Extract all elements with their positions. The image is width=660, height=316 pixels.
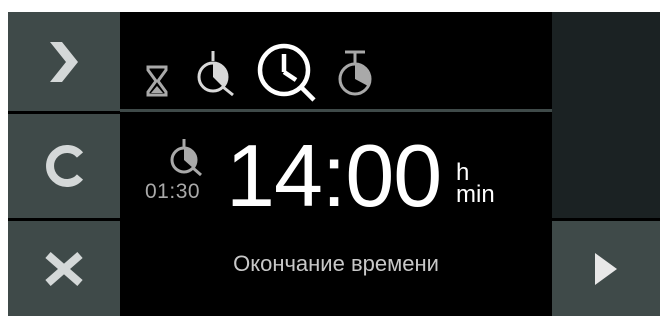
forward-button[interactable]	[8, 12, 120, 111]
cancel-button[interactable]	[8, 221, 120, 316]
duration-clock-icon	[170, 139, 202, 177]
timer-mode-bar	[120, 12, 552, 108]
start-button[interactable]	[552, 221, 660, 316]
mode-status-label: Окончание времени	[233, 251, 439, 276]
chevron-right-icon	[50, 41, 78, 82]
clear-button[interactable]	[8, 114, 120, 218]
right-panel	[552, 12, 660, 218]
unit-minutes-label: min	[456, 181, 495, 208]
mode-bar-divider	[120, 109, 552, 112]
close-x-icon	[45, 251, 83, 286]
stopwatch-icon[interactable]	[337, 49, 373, 99]
clear-c-icon	[46, 145, 84, 187]
duration-value: 01:30	[145, 180, 201, 203]
end-time-value[interactable]: 14:00	[226, 121, 442, 231]
hourglass-icon[interactable]	[145, 65, 169, 97]
duration-clock-icon[interactable]	[195, 49, 239, 99]
play-icon	[595, 252, 617, 285]
end-time-clock-icon[interactable]	[254, 42, 326, 106]
